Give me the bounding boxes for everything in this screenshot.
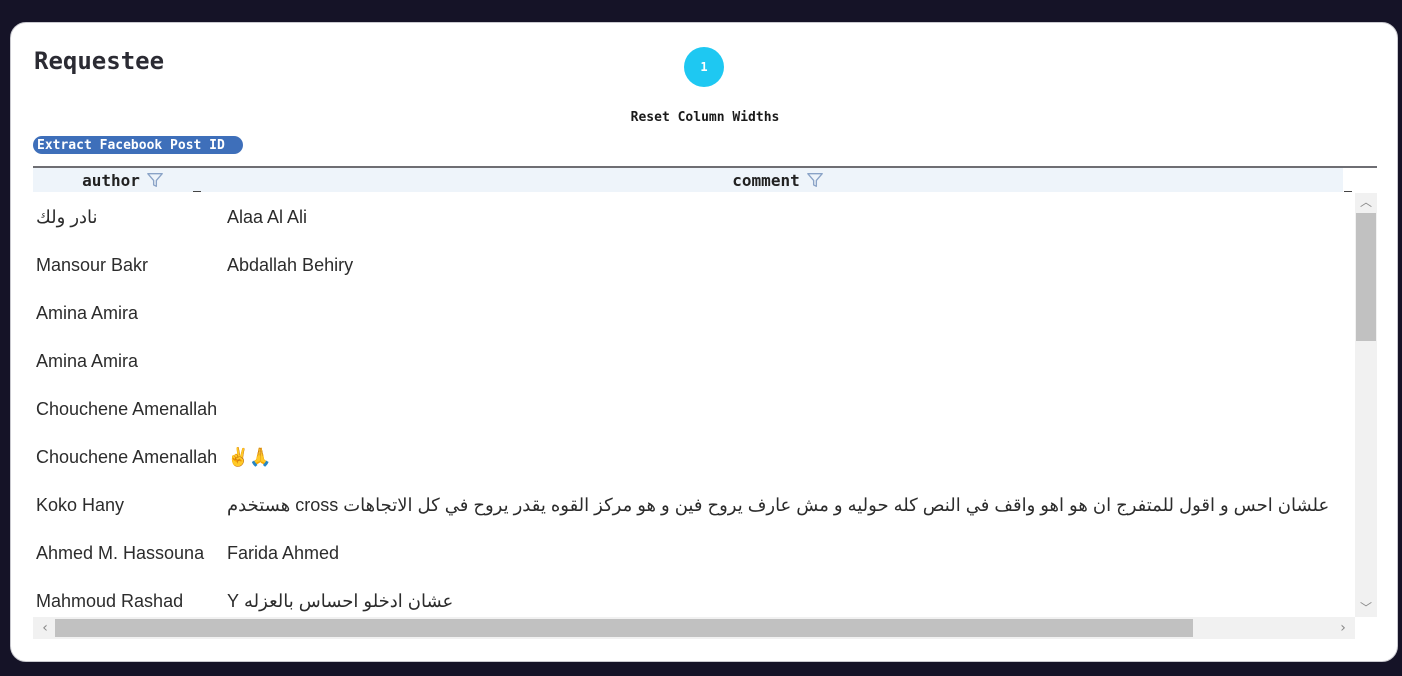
author-cell: Ahmed M. Hassouna (36, 542, 205, 563)
comment-cell (227, 289, 1351, 337)
horizontal-scrollbar[interactable]: ‹ › (33, 617, 1355, 639)
comment-cell: Alaa Al Ali (227, 206, 308, 227)
table-row[interactable]: نادر ولك Alaa Al Ali (33, 193, 1355, 241)
extract-facebook-post-id-button[interactable]: Extract Facebook Post ID (33, 136, 243, 154)
author-cell: Amina Amira (36, 302, 139, 323)
column-header-label: comment (732, 170, 800, 190)
reset-column-widths-button[interactable]: Reset Column Widths (571, 107, 839, 127)
chevron-down-icon[interactable]: ﹀ (1355, 599, 1377, 617)
author-cell: Mansour Bakr (36, 254, 149, 275)
vertical-scroll-thumb[interactable] (1356, 213, 1376, 341)
author-cell: Chouchene Amenallah (36, 446, 218, 467)
requestee-panel: Requestee 1 Reset Column Widths Extract … (10, 22, 1398, 662)
horizontal-scroll-thumb[interactable] (55, 619, 1193, 637)
table-header: author comment (33, 168, 1343, 192)
funnel-icon[interactable] (806, 171, 824, 189)
author-cell: نادر ولك (36, 206, 98, 227)
comment-cell: ✌️🙏 (227, 446, 272, 467)
table-row[interactable]: Chouchene Amenallah ✌️🙏 (33, 433, 1355, 481)
table-row[interactable]: Amina Amira (33, 289, 1355, 337)
comment-cell (227, 337, 1351, 385)
author-cell: Mahmoud Rashad (36, 590, 184, 611)
funnel-icon[interactable] (146, 171, 164, 189)
count-badge: 1 (684, 47, 724, 87)
author-cell: Amina Amira (36, 350, 139, 371)
comment-cell: عشان ادخلو احساس بالعزله Y (227, 590, 454, 611)
table-row[interactable]: Ahmed M. Hassouna Farida Ahmed (33, 529, 1355, 577)
column-header-label: author (82, 170, 140, 190)
table-row[interactable]: Mahmoud Rashad عشان ادخلو احساس بالعزله Y (33, 577, 1355, 617)
author-cell: Koko Hany (36, 494, 125, 515)
column-resize-handle-author[interactable] (193, 191, 201, 192)
comment-cell (227, 385, 1351, 433)
panel-title: Requestee (34, 47, 165, 75)
comment-cell: علشان احس و اقول للمتفرج ان هو اهو واقف … (227, 494, 1330, 515)
vertical-scrollbar[interactable]: ︿ ﹀ (1355, 193, 1377, 617)
table-body: نادر ولك Alaa Al Ali Mansour Bakr Abdallah … (33, 193, 1355, 617)
table-row[interactable]: Koko Hany علشان احس و اقول للمتفرج ان هو … (33, 481, 1355, 529)
chevron-up-icon[interactable]: ︿ (1355, 193, 1377, 211)
table-row[interactable]: Chouchene Amenallah (33, 385, 1355, 433)
table-row[interactable]: Amina Amira (33, 337, 1355, 385)
comment-cell: Farida Ahmed (227, 542, 340, 563)
column-header-comment[interactable]: comment (213, 168, 1343, 192)
column-header-author[interactable]: author (33, 168, 213, 192)
table-row[interactable]: Mansour Bakr Abdallah Behiry (33, 241, 1355, 289)
column-resize-handle-comment[interactable] (1344, 191, 1352, 192)
comment-cell: Abdallah Behiry (227, 254, 354, 275)
author-cell: Chouchene Amenallah (36, 398, 218, 419)
chevron-left-icon[interactable]: ‹ (35, 617, 55, 639)
chevron-right-icon[interactable]: › (1333, 617, 1353, 639)
